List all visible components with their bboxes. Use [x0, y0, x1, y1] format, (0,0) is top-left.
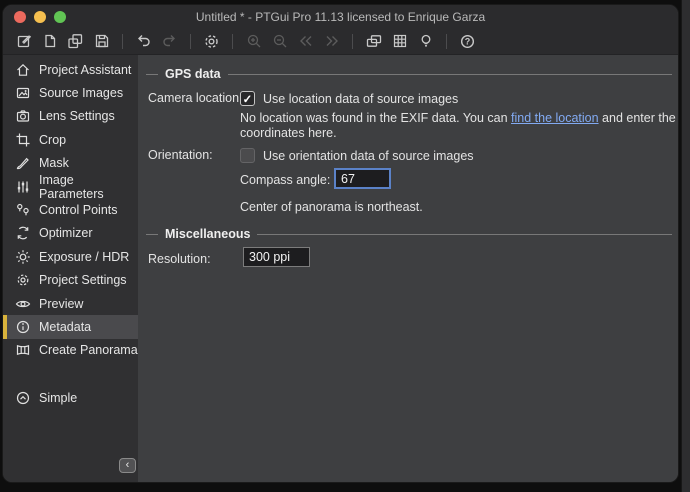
background-window-strip	[681, 0, 690, 492]
panorama-icon	[15, 342, 31, 358]
sidebar-item-control-points[interactable]: Control Points	[3, 198, 138, 221]
info-icon	[15, 319, 31, 335]
chevron-up-circle-icon	[15, 390, 31, 406]
redo-icon	[158, 30, 181, 52]
maximize-button[interactable]	[54, 11, 66, 23]
toolbar: ?	[3, 28, 678, 55]
sidebar-item-create-panorama[interactable]: Create Panorama	[3, 339, 138, 362]
sidebar: Project Assistant Source Images Lens Set…	[3, 55, 138, 482]
use-orientation-checkbox-label: Use orientation data of source images	[263, 149, 474, 163]
compass-note: Center of panorama is northeast.	[240, 200, 423, 214]
traffic-lights	[14, 11, 66, 23]
main-area: Project Assistant Source Images Lens Set…	[3, 55, 678, 482]
camera-location-label: Camera location	[148, 91, 239, 105]
close-button[interactable]	[14, 11, 26, 23]
sidebar-item-label: Preview	[39, 297, 83, 311]
sidebar-item-label: Crop	[39, 133, 66, 147]
panorama-editor-icon[interactable]	[362, 30, 385, 52]
use-location-checkbox[interactable]: ✓	[240, 91, 255, 106]
sidebar-item-label: Mask	[39, 156, 69, 170]
sidebar-item-mask[interactable]: Mask	[3, 152, 138, 175]
sidebar-item-label: Project Assistant	[39, 63, 131, 77]
home-icon	[15, 62, 31, 78]
compass-angle-label: Compass angle:	[240, 173, 330, 187]
zoom-in-icon	[242, 30, 265, 52]
image-icon	[15, 85, 31, 101]
eye-icon	[15, 296, 31, 312]
toolbar-separator	[190, 34, 191, 49]
undo-icon[interactable]	[132, 30, 155, 52]
sidebar-item-exposure-hdr[interactable]: Exposure / HDR	[3, 245, 138, 268]
sidebar-item-lens-settings[interactable]: Lens Settings	[3, 105, 138, 128]
sidebar-item-label: Lens Settings	[39, 109, 115, 123]
orientation-label: Orientation:	[148, 148, 213, 162]
find-the-location-link[interactable]: find the location	[511, 111, 599, 125]
exif-note-text: No location was found in the EXIF data. …	[240, 111, 678, 141]
save-icon[interactable]	[90, 30, 113, 52]
crop-icon	[15, 132, 31, 148]
toolbar-separator	[122, 34, 123, 49]
sidebar-item-label: Optimizer	[39, 226, 92, 240]
lightbulb-icon[interactable]	[414, 30, 437, 52]
toolbar-separator	[352, 34, 353, 49]
detail-grid-icon[interactable]	[388, 30, 411, 52]
sidebar-item-label: Create Panorama	[39, 343, 138, 357]
sidebar-item-label: Control Points	[39, 203, 118, 217]
map-pins-icon	[15, 202, 31, 218]
refresh-icon	[15, 225, 31, 241]
sidebar-item-label: Exposure / HDR	[39, 250, 129, 264]
note-text-before: No location was found in the EXIF data. …	[240, 111, 511, 125]
duplicate-document-icon[interactable]	[64, 30, 87, 52]
metadata-panel: GPS data Camera location ✓ Use location …	[138, 55, 678, 482]
sidebar-item-metadata[interactable]: Metadata	[3, 315, 138, 338]
sidebar-item-simple[interactable]: Simple	[3, 386, 138, 409]
sidebar-item-preview[interactable]: Preview	[3, 292, 138, 315]
screenshot-stage: Untitled * - PTGui Pro 11.13 licensed to…	[0, 0, 690, 492]
open-document-icon[interactable]	[38, 30, 61, 52]
svg-text:?: ?	[465, 36, 471, 46]
sidebar-collapse-button[interactable]: ‹	[119, 458, 136, 473]
sidebar-item-label: Project Settings	[39, 273, 127, 287]
sidebar-item-image-parameters[interactable]: Image Parameters	[3, 175, 138, 198]
sidebar-item-source-images[interactable]: Source Images	[3, 81, 138, 104]
settings-gear-icon[interactable]	[200, 30, 223, 52]
use-location-checkbox-label: Use location data of source images	[263, 92, 458, 106]
sidebar-item-label: Image Parameters	[39, 173, 138, 201]
section-divider	[146, 234, 158, 235]
resolution-input[interactable]	[243, 247, 310, 267]
window-title: Untitled * - PTGui Pro 11.13 licensed to…	[3, 10, 678, 24]
section-divider	[257, 234, 672, 235]
miscellaneous-section-header: Miscellaneous	[146, 227, 672, 241]
gps-data-section-header: GPS data	[146, 67, 672, 81]
compass-angle-input[interactable]	[334, 168, 391, 189]
zoom-out-icon	[268, 30, 291, 52]
sun-icon	[15, 249, 31, 265]
ptgui-window: Untitled * - PTGui Pro 11.13 licensed to…	[3, 5, 678, 482]
step-forward-icon	[320, 30, 343, 52]
section-title: Miscellaneous	[165, 227, 250, 241]
sidebar-item-optimizer[interactable]: Optimizer	[3, 222, 138, 245]
section-divider	[146, 74, 158, 75]
sidebar-item-label: Source Images	[39, 86, 123, 100]
toolbar-separator	[232, 34, 233, 49]
sliders-icon	[15, 179, 31, 195]
title-bar[interactable]: Untitled * - PTGui Pro 11.13 licensed to…	[3, 5, 678, 28]
sidebar-item-project-assistant[interactable]: Project Assistant	[3, 58, 138, 81]
sidebar-item-project-settings[interactable]: Project Settings	[3, 269, 138, 292]
resolution-label: Resolution:	[148, 252, 211, 266]
brush-icon	[15, 155, 31, 171]
edit-new-project-icon[interactable]	[12, 30, 35, 52]
gear-icon	[15, 272, 31, 288]
sidebar-item-label: Simple	[39, 391, 77, 405]
section-divider	[228, 74, 672, 75]
camera-icon	[15, 108, 31, 124]
help-icon[interactable]: ?	[456, 30, 479, 52]
toolbar-separator	[446, 34, 447, 49]
section-title: GPS data	[165, 67, 221, 81]
step-back-icon	[294, 30, 317, 52]
use-orientation-checkbox[interactable]	[240, 148, 255, 163]
sidebar-item-label: Metadata	[39, 320, 91, 334]
sidebar-item-crop[interactable]: Crop	[3, 128, 138, 151]
minimize-button[interactable]	[34, 11, 46, 23]
